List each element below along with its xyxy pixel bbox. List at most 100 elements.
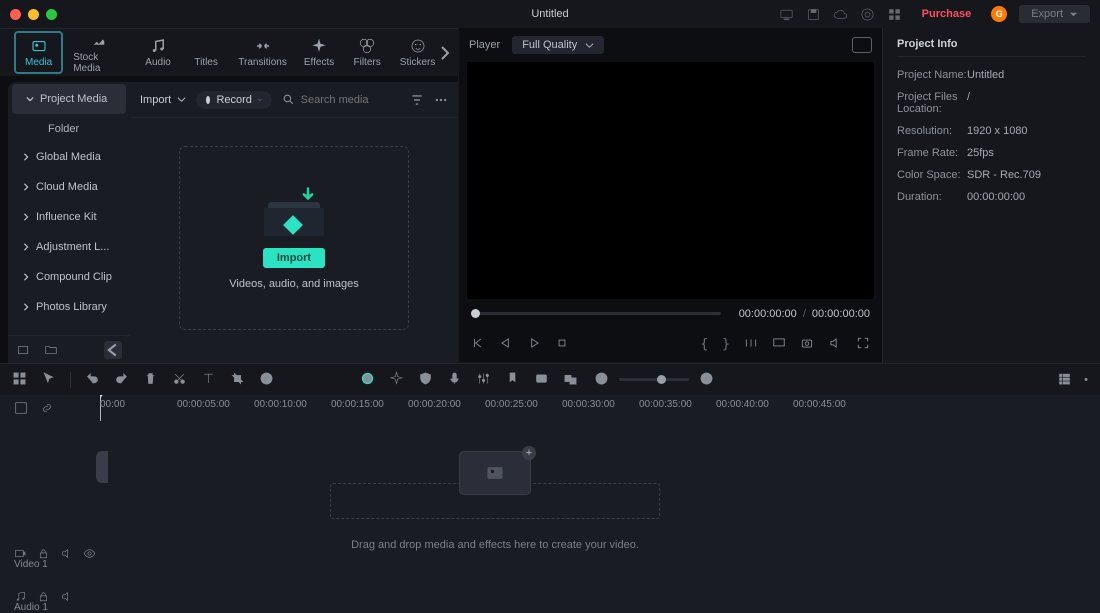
speed-icon[interactable] bbox=[259, 371, 274, 389]
titlebar: Untitled Purchase G Export bbox=[0, 0, 1100, 28]
fullscreen-icon[interactable] bbox=[856, 336, 870, 353]
shield-icon[interactable] bbox=[418, 371, 433, 389]
marker-icon[interactable] bbox=[505, 371, 520, 389]
maximize-window[interactable] bbox=[46, 9, 57, 20]
sidebar-item-cloud-media[interactable]: Cloud Media bbox=[8, 172, 130, 202]
track-view-icon[interactable] bbox=[1057, 371, 1072, 389]
video-track-icon[interactable] bbox=[14, 547, 27, 560]
play-button[interactable] bbox=[527, 336, 541, 353]
search-input[interactable] bbox=[301, 94, 391, 106]
timeline-ruler[interactable]: 00:0000:00:05:0000:00:10:0000:00:15:0000… bbox=[100, 395, 1100, 421]
new-folder-icon[interactable] bbox=[44, 343, 58, 357]
quality-dropdown[interactable]: Full Quality bbox=[512, 36, 604, 54]
placeholder-thumb[interactable]: + bbox=[459, 451, 531, 495]
chevron-down-icon bbox=[585, 41, 594, 50]
sidebar-item-photos-library[interactable]: Photos Library bbox=[8, 292, 130, 322]
mute-icon[interactable] bbox=[60, 547, 73, 560]
tab-stock-media[interactable]: Stock Media bbox=[63, 28, 134, 78]
mixer-icon[interactable] bbox=[476, 371, 491, 389]
mute-icon[interactable] bbox=[60, 590, 73, 603]
sidebar-sub-folder[interactable]: Folder bbox=[8, 116, 130, 142]
cut-icon[interactable] bbox=[172, 371, 187, 389]
sidebar-item-compound-clip[interactable]: Compound Clip bbox=[8, 262, 130, 292]
markers-icon[interactable] bbox=[744, 336, 758, 353]
help-icon[interactable] bbox=[860, 7, 875, 22]
import-dropzone[interactable]: Import Videos, audio, and images bbox=[179, 146, 409, 330]
zoom-slider[interactable] bbox=[619, 378, 689, 381]
text-icon[interactable] bbox=[201, 371, 216, 389]
ruler-tick: 00:00:05:00 bbox=[177, 399, 230, 410]
audio-track-icon[interactable] bbox=[14, 590, 27, 603]
info-row: Resolution:1920 x 1080 bbox=[897, 125, 1086, 137]
effects-icon[interactable] bbox=[389, 371, 404, 389]
media-toolbar: Import Record bbox=[130, 82, 458, 118]
grid-icon[interactable] bbox=[12, 371, 27, 389]
device-icon[interactable] bbox=[779, 7, 794, 22]
import-button[interactable]: Import bbox=[263, 248, 325, 268]
tab-effects[interactable]: Effects bbox=[295, 33, 343, 72]
color-icon[interactable] bbox=[360, 371, 375, 389]
lock-icon[interactable] bbox=[37, 590, 50, 603]
export-button[interactable]: Export bbox=[1019, 5, 1090, 23]
apps-icon[interactable] bbox=[887, 7, 902, 22]
stop-button[interactable] bbox=[555, 336, 569, 353]
cloud-icon[interactable] bbox=[833, 7, 848, 22]
prev-frame-button[interactable] bbox=[471, 336, 485, 353]
info-row: Duration:00:00:00:00 bbox=[897, 191, 1086, 203]
undo-icon[interactable] bbox=[85, 371, 100, 389]
group-icon[interactable] bbox=[563, 371, 578, 389]
keyframe-icon[interactable] bbox=[534, 371, 549, 389]
redo-icon[interactable] bbox=[114, 371, 129, 389]
timeline[interactable]: + Drag and drop media and effects here t… bbox=[0, 421, 1100, 613]
mute-icon[interactable] bbox=[828, 336, 842, 353]
tab-transitions[interactable]: Transitions bbox=[230, 33, 295, 72]
zoom-in-icon[interactable] bbox=[699, 371, 714, 389]
new-bin-icon[interactable] bbox=[16, 343, 30, 357]
zoom-out-icon[interactable] bbox=[594, 371, 609, 389]
snapshot-icon[interactable] bbox=[852, 37, 872, 53]
import-dropdown[interactable]: Import bbox=[140, 94, 186, 106]
sidebar-item-influence-kit[interactable]: Influence Kit bbox=[8, 202, 130, 232]
ruler-tick: 00:00:15:00 bbox=[331, 399, 384, 410]
link-icon[interactable] bbox=[40, 401, 54, 415]
sidebar-item-adjustment-l-[interactable]: Adjustment L... bbox=[8, 232, 130, 262]
more-icon[interactable] bbox=[434, 93, 448, 107]
save-icon[interactable] bbox=[806, 7, 821, 22]
close-window[interactable] bbox=[10, 9, 21, 20]
add-clip-icon[interactable]: + bbox=[522, 446, 536, 460]
record-label: Record bbox=[216, 94, 251, 106]
camera-icon[interactable] bbox=[800, 336, 814, 353]
video-preview[interactable] bbox=[467, 62, 874, 299]
filter-icon[interactable] bbox=[410, 93, 424, 107]
record-dropdown[interactable]: Record bbox=[196, 91, 271, 109]
tabs-more-icon[interactable] bbox=[440, 46, 450, 60]
tab-filters[interactable]: Filters bbox=[343, 33, 391, 72]
mark-in[interactable]: { bbox=[700, 337, 708, 352]
sidebar-item-global-media[interactable]: Global Media bbox=[8, 142, 130, 172]
tab-media[interactable]: Media bbox=[14, 31, 63, 74]
mark-out[interactable]: } bbox=[722, 337, 730, 352]
sidebar-item-project-media[interactable]: Project Media bbox=[12, 84, 126, 114]
sidebar-collapse[interactable] bbox=[104, 341, 122, 359]
crop-icon[interactable] bbox=[230, 371, 245, 389]
sidebar-footer bbox=[8, 335, 130, 363]
clip-stub[interactable] bbox=[96, 451, 108, 483]
minimize-window[interactable] bbox=[28, 9, 39, 20]
tab-audio[interactable]: Audio bbox=[134, 33, 182, 72]
user-avatar[interactable]: G bbox=[991, 6, 1007, 22]
tab-stickers[interactable]: Stickers bbox=[391, 33, 444, 72]
tab-titles[interactable]: Titles bbox=[182, 33, 230, 72]
player-panel: Player Full Quality 00:00:00:00/00:00:00… bbox=[458, 28, 882, 363]
timeline-drop-text: Drag and drop media and effects here to … bbox=[351, 539, 639, 551]
display-icon[interactable] bbox=[772, 336, 786, 353]
visibility-icon[interactable] bbox=[83, 547, 96, 560]
pointer-icon[interactable] bbox=[41, 371, 56, 389]
track-settings-icon[interactable] bbox=[14, 401, 28, 415]
progress-scrubber[interactable] bbox=[471, 312, 721, 315]
lock-icon[interactable] bbox=[37, 547, 50, 560]
play-rev-button[interactable] bbox=[499, 336, 513, 353]
search-box[interactable] bbox=[282, 93, 391, 106]
delete-icon[interactable] bbox=[143, 371, 158, 389]
mic-icon[interactable] bbox=[447, 371, 462, 389]
purchase-button[interactable]: Purchase bbox=[914, 6, 980, 22]
